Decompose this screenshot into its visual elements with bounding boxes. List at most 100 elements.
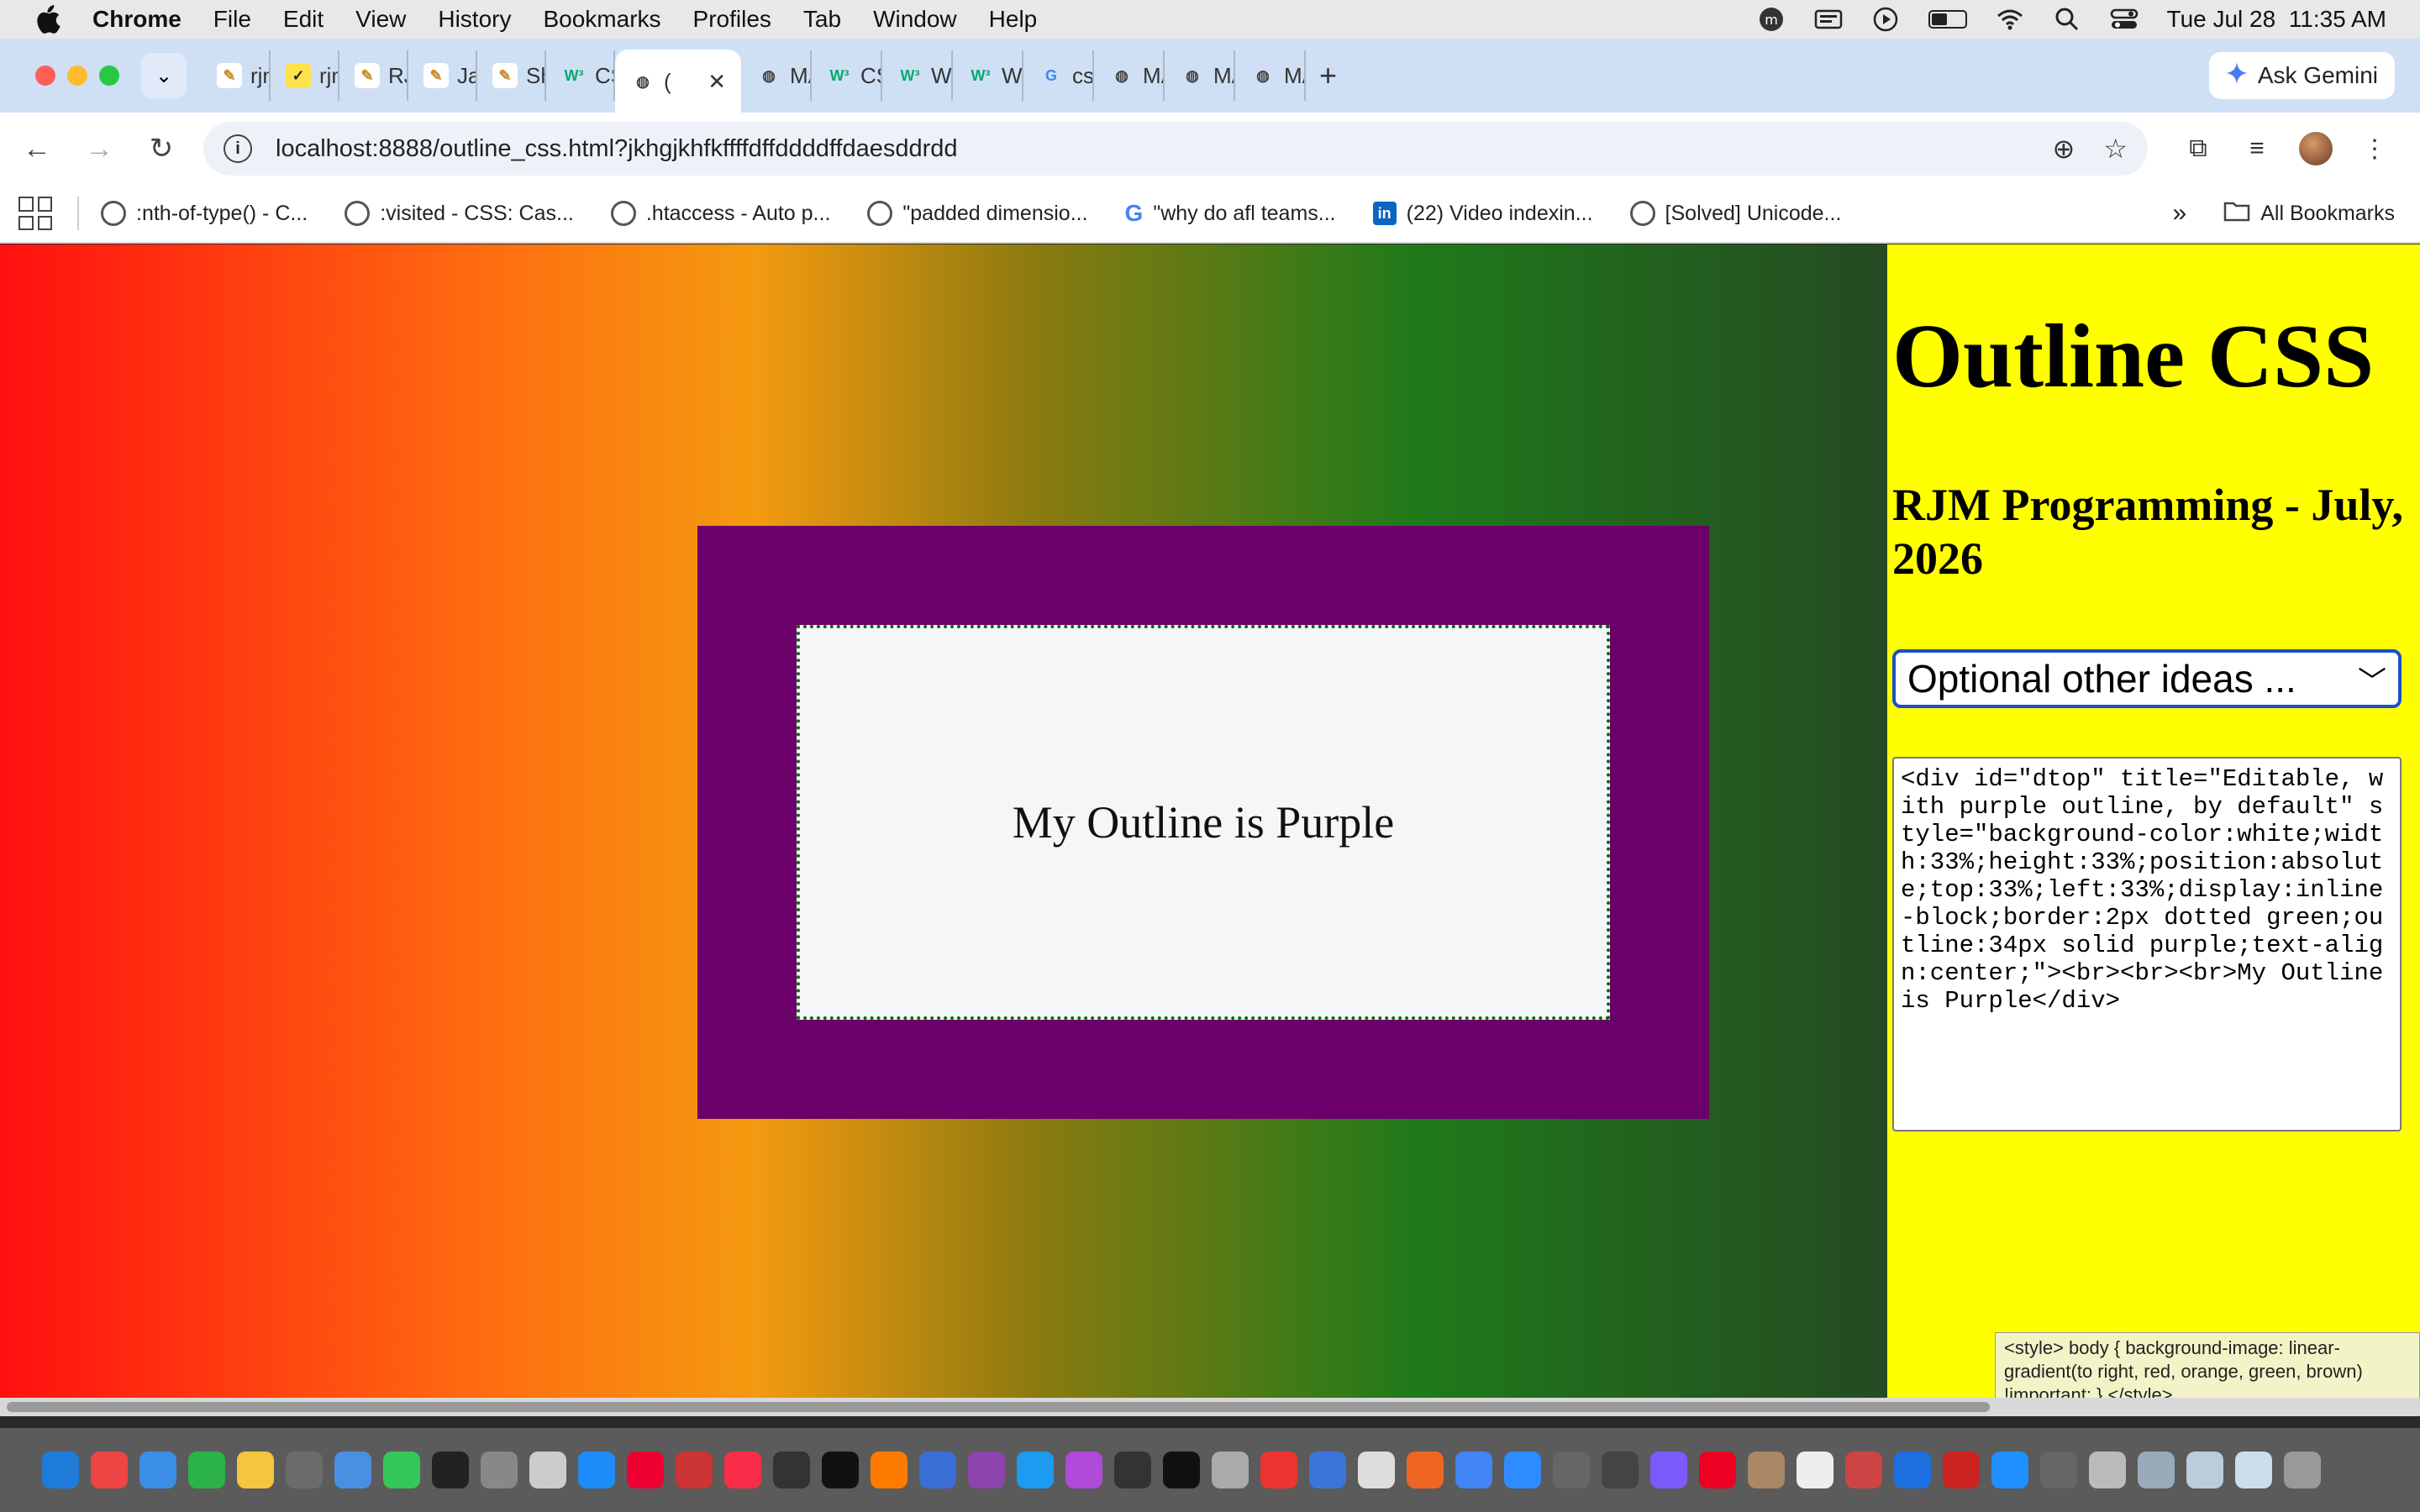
user-status-icon[interactable]: m (1757, 7, 1786, 32)
dock-app-icon[interactable] (1504, 1452, 1541, 1488)
bookmark-item[interactable]: "padded dimensio... (867, 201, 1088, 226)
dock-app-icon[interactable] (1114, 1452, 1151, 1488)
dock-app-icon[interactable] (529, 1452, 566, 1488)
dock-app-icon[interactable] (822, 1452, 859, 1488)
tab-8[interactable]: W³ CSS (812, 50, 882, 101)
menu-profiles[interactable]: Profiles (693, 6, 771, 33)
play-icon[interactable] (1871, 7, 1900, 32)
address-url[interactable]: localhost:8888/outline_css.html?jkhgjkhf… (276, 135, 2024, 163)
dock-app-icon[interactable] (1309, 1452, 1346, 1488)
all-bookmarks[interactable]: All Bookmarks (2223, 200, 2395, 228)
bookmark-item[interactable]: :nth-of-type() - C... (101, 201, 308, 226)
ideas-select[interactable]: Optional other ideas ... ﹀ (1892, 649, 2402, 708)
dock-app-icon[interactable] (676, 1452, 713, 1488)
menu-history[interactable]: History (438, 6, 511, 33)
battery-icon[interactable] (1928, 10, 1967, 29)
search-icon[interactable] (2053, 7, 2081, 32)
dock-app-icon[interactable] (1991, 1452, 2028, 1488)
dock-app-icon[interactable] (1797, 1452, 1833, 1488)
bookmark-item[interactable]: G "why do afl teams... (1125, 200, 1336, 227)
dock-app-icon[interactable] (1845, 1452, 1882, 1488)
dock-app-icon[interactable] (2284, 1452, 2321, 1488)
dock-app-icon[interactable] (773, 1452, 810, 1488)
dock-app-icon[interactable] (2089, 1452, 2126, 1488)
reload-icon[interactable]: ↻ (136, 123, 187, 174)
apple-menu-icon[interactable] (32, 3, 64, 35)
more-menu-kebab-icon[interactable]: ⋮ (2349, 123, 2400, 174)
menu-help[interactable]: Help (989, 6, 1038, 33)
back-arrow-icon[interactable]: ← (12, 123, 62, 174)
dock-app-icon[interactable] (481, 1452, 518, 1488)
dock-app-icon[interactable] (1017, 1452, 1054, 1488)
dock-app-icon[interactable] (1748, 1452, 1785, 1488)
dock-app-icon[interactable] (1407, 1452, 1444, 1488)
editable-div[interactable]: My Outline is Purple (797, 625, 1610, 1020)
close-tab-icon[interactable]: ✕ (708, 69, 726, 95)
menu-file[interactable]: File (213, 6, 251, 33)
dock-app-icon[interactable] (1163, 1452, 1200, 1488)
tab-2[interactable]: ✎ RJM (339, 50, 408, 101)
dock-app-icon[interactable] (2138, 1452, 2175, 1488)
dock-app-icon[interactable] (1894, 1452, 1931, 1488)
dock-app-icon[interactable] (1943, 1452, 1980, 1488)
dock-app-icon[interactable] (578, 1452, 615, 1488)
minimize-window-button[interactable] (67, 66, 87, 86)
dock-app-icon[interactable] (334, 1452, 371, 1488)
dock-app-icon[interactable] (432, 1452, 469, 1488)
dock-app-icon[interactable] (139, 1452, 176, 1488)
dock-app-icon[interactable] (1602, 1452, 1639, 1488)
bookmark-item[interactable]: :visited - CSS: Cas... (345, 201, 574, 226)
dock-app-icon[interactable] (91, 1452, 128, 1488)
new-tab-plus-icon[interactable]: + (1319, 58, 1337, 93)
profile-avatar[interactable] (2291, 123, 2341, 174)
extensions-puzzle-icon[interactable]: ⧉ (2173, 123, 2223, 174)
zoom-window-button[interactable] (99, 66, 119, 86)
tab-9[interactable]: W³ W3S (882, 50, 953, 101)
dock-app-icon[interactable] (1699, 1452, 1736, 1488)
zoom-icon[interactable]: ⊕ (2053, 133, 2075, 165)
dock-app-icon[interactable] (286, 1452, 323, 1488)
tab-7[interactable]: ◍ MAM (741, 50, 812, 101)
media-controls-icon[interactable]: ≡ (2232, 123, 2282, 174)
address-bar[interactable]: i localhost:8888/outline_css.html?jkhgjk… (203, 122, 2148, 176)
wifi-icon[interactable] (1996, 7, 2024, 32)
close-window-button[interactable] (35, 66, 55, 86)
tab-14[interactable]: ◍ MAM (1235, 50, 1306, 101)
dock-app-icon[interactable] (383, 1452, 420, 1488)
dock-app-icon[interactable] (1358, 1452, 1395, 1488)
dock-app-icon[interactable] (1260, 1452, 1297, 1488)
dock-app-icon[interactable] (724, 1452, 761, 1488)
tab-10[interactable]: W³ W3S (953, 50, 1023, 101)
dock-app-icon[interactable] (968, 1452, 1005, 1488)
tab-13[interactable]: ◍ MAM (1165, 50, 1235, 101)
menu-window[interactable]: Window (873, 6, 957, 33)
code-textarea[interactable]: <div id="dtop" title="Editable, with pur… (1892, 757, 2402, 1131)
tab-0[interactable]: ✎ rjmp (202, 50, 271, 101)
dock-app-icon[interactable] (42, 1452, 79, 1488)
dock-app-icon[interactable] (1650, 1452, 1687, 1488)
dock-app-icon[interactable] (1553, 1452, 1590, 1488)
dock-app-icon[interactable] (871, 1452, 908, 1488)
tab-11[interactable]: Gcss c (1023, 50, 1094, 101)
dock-app-icon[interactable] (2186, 1452, 2223, 1488)
dock-app-icon[interactable] (627, 1452, 664, 1488)
horizontal-scrollbar[interactable] (0, 1398, 2420, 1416)
tab-search-chevron-down-icon[interactable]: ⌄ (141, 53, 187, 98)
dock-app-icon[interactable] (919, 1452, 956, 1488)
dock-app-icon[interactable] (188, 1452, 225, 1488)
ask-gemini-button[interactable]: Ask Gemini (2208, 52, 2395, 99)
bookmark-item[interactable]: .htaccess - Auto p... (610, 201, 830, 226)
tab-12[interactable]: ◍ MAM (1094, 50, 1165, 101)
bookmark-item[interactable]: [Solved] Unicode... (1629, 201, 1841, 226)
apps-grid-icon[interactable] (18, 197, 52, 230)
dock-app-icon[interactable] (1065, 1452, 1102, 1488)
dock-app-icon[interactable] (237, 1452, 274, 1488)
tab-5[interactable]: W³ CSS (546, 50, 615, 101)
scrollbar-thumb[interactable] (7, 1402, 1990, 1412)
dock-app-icon[interactable] (1455, 1452, 1492, 1488)
menu-view[interactable]: View (355, 6, 406, 33)
screen-icon[interactable] (1814, 7, 1843, 32)
menu-tab[interactable]: Tab (803, 6, 841, 33)
tab-6[interactable]: ◍ (✕ (615, 50, 741, 113)
bookmarks-overflow-chevron-icon[interactable]: » (2173, 199, 2187, 228)
